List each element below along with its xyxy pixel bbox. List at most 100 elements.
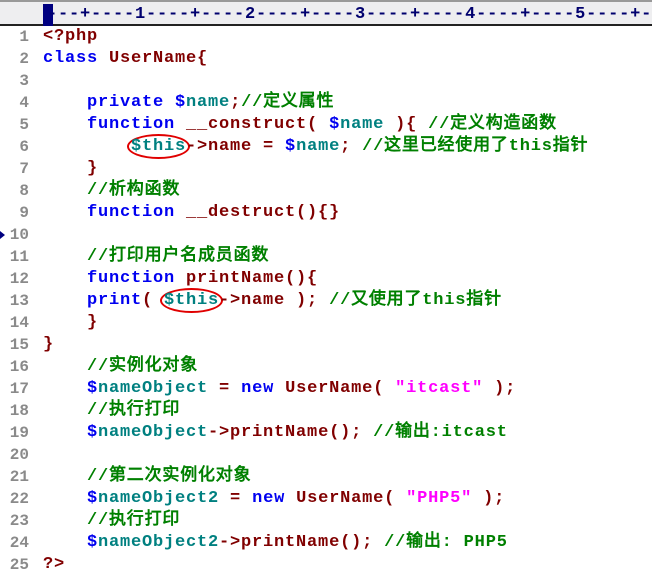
code-line[interactable]: 15} — [0, 334, 652, 356]
code-line[interactable]: 19 $nameObject->printName(); //输出:itcast — [0, 422, 652, 444]
code-token-variable-sigil: $ — [175, 93, 187, 112]
code-token-comment: //又使用了this指针 — [329, 291, 502, 310]
code-text: class UserName{ — [43, 48, 208, 70]
line-number: 9 — [19, 204, 29, 222]
code-token-variable: name — [340, 115, 385, 134]
code-line[interactable]: 18 //执行打印 — [0, 400, 652, 422]
line-number: 1 — [19, 28, 29, 46]
code-token-comment: //析构函数 — [43, 181, 181, 200]
code-text: function __destruct(){} — [43, 202, 340, 224]
code-text: } — [43, 312, 98, 334]
line-number: 23 — [9, 512, 29, 530]
line-number: 12 — [9, 270, 29, 288]
code-text: //第二次实例化对象 — [43, 466, 251, 488]
code-token-identifier: UserName( — [296, 489, 407, 508]
code-token-variable: nameObject2 — [98, 489, 220, 508]
code-token-identifier: } — [43, 335, 55, 354]
code-line[interactable]: 1 <?php — [0, 26, 652, 48]
code-token-identifier: ->name ); — [219, 291, 330, 310]
line-number: 5 — [19, 116, 29, 134]
code-token-keyword: private — [43, 93, 176, 112]
code-line[interactable]: 2 class UserName{ — [0, 48, 652, 70]
code-line[interactable]: 3 — [0, 70, 652, 92]
code-text: function __construct( $name ){ //定义构造函数 — [43, 114, 557, 136]
code-line[interactable]: 5 function __construct( $name ){ //定义构造函… — [0, 114, 652, 136]
code-text: } — [43, 158, 98, 180]
code-token-identifier: printName(){ — [186, 269, 319, 288]
code-token-comment: //输出:itcast — [373, 423, 508, 442]
code-line[interactable]: 10 — [0, 224, 652, 246]
code-token-string: "itcast" — [395, 379, 484, 398]
line-number: 14 — [9, 314, 29, 332]
code-line[interactable]: 22 $nameObject2 = new UserName( "PHP5" )… — [0, 488, 652, 510]
line-number: 13 — [9, 292, 29, 310]
code-line[interactable]: 6 $this->name = $name; //这里已经使用了this指针 — [0, 134, 652, 159]
code-token-identifier: ?> — [43, 555, 66, 574]
code-line[interactable]: 16 //实例化对象 — [0, 356, 652, 378]
line-number: 19 — [9, 424, 29, 442]
code-token-comment: //输出: PHP5 — [384, 533, 508, 552]
code-line[interactable]: 12 function printName(){ — [0, 268, 652, 290]
code-token-variable-sigil: $ — [329, 115, 341, 134]
code-token-identifier — [43, 137, 131, 156]
column-ruler: ---+----1----+----2----+----3----+----4-… — [0, 0, 652, 26]
code-text: $nameObject2->printName(); //输出: PHP5 — [43, 532, 508, 554]
line-number: 24 — [9, 534, 29, 552]
code-text: //实例化对象 — [43, 356, 198, 378]
code-token-variable: name — [296, 137, 341, 156]
code-token-variable-sigil: $ — [43, 423, 99, 442]
code-token-comment: //执行打印 — [43, 511, 181, 530]
code-token-identifier: __construct( — [186, 115, 330, 134]
code-token-variable: nameObject2 — [98, 533, 220, 552]
code-text: $nameObject->printName(); //输出:itcast — [43, 422, 508, 444]
code-token-variable-sigil: $ — [43, 489, 99, 508]
line-number: 16 — [9, 358, 29, 376]
code-token-identifier: ); — [472, 489, 506, 508]
code-line[interactable]: 11 //打印用户名成员函数 — [0, 246, 652, 268]
code-line[interactable]: 25 ?> — [0, 554, 652, 576]
code-line[interactable]: 13 print( $this->name ); //又使用了this指针 — [0, 288, 652, 313]
code-token-identifier: ); — [483, 379, 517, 398]
code-token-identifier: <?php — [43, 27, 99, 46]
code-text: print( $this->name ); //又使用了this指针 — [43, 288, 502, 313]
code-line[interactable]: 20 — [0, 444, 652, 466]
line-number: 17 — [9, 380, 29, 398]
code-line[interactable]: 9 function __destruct(){} — [0, 202, 652, 224]
code-token-variable: nameObject — [98, 423, 209, 442]
code-token-string: "PHP5" — [406, 489, 473, 508]
code-line[interactable]: 23 //执行打印 — [0, 510, 652, 532]
line-number: 21 — [9, 468, 29, 486]
code-token-comment: //打印用户名成员函数 — [43, 247, 270, 266]
code-token-identifier: __destruct(){} — [186, 203, 341, 222]
code-token-comment: //定义属性 — [241, 93, 335, 112]
code-line[interactable]: 14 } — [0, 312, 652, 334]
code-line[interactable]: 4 private $name;//定义属性 — [0, 92, 652, 114]
code-token-identifier: UserName( — [285, 379, 396, 398]
code-text: } — [43, 334, 54, 356]
code-token-identifier: ; — [340, 137, 363, 156]
code-token-comment: //定义构造函数 — [428, 115, 557, 134]
code-token-variable-sigil: $ — [285, 137, 297, 156]
code-line[interactable]: 17 $nameObject = new UserName( "itcast" … — [0, 378, 652, 400]
code-line[interactable]: 24 $nameObject2->printName(); //输出: PHP5 — [0, 532, 652, 554]
code-token-keyword: function — [43, 269, 187, 288]
line-number: 15 — [9, 336, 29, 354]
code-line[interactable]: 7 } — [0, 158, 652, 180]
code-token-identifier: ->name = — [186, 137, 286, 156]
line-number: 18 — [9, 402, 29, 420]
line-number: 22 — [9, 490, 29, 508]
line-number: 25 — [9, 556, 29, 574]
code-text: $nameObject2 = new UserName( "PHP5" ); — [43, 488, 505, 510]
code-token-comment: //执行打印 — [43, 401, 181, 420]
line-number: 7 — [19, 160, 29, 178]
code-token-keyword: class — [43, 49, 110, 68]
line-number: 2 — [19, 50, 29, 68]
code-line[interactable]: 8 //析构函数 — [0, 180, 652, 202]
circled-code-token-variable: $this — [160, 288, 224, 313]
code-line[interactable]: 21 //第二次实例化对象 — [0, 466, 652, 488]
code-editor[interactable]: 1 <?php 2 class UserName{3 4 private $name;/… — [0, 26, 652, 576]
code-token-keyword: function — [43, 203, 187, 222]
code-text: $nameObject = new UserName( "itcast" ); — [43, 378, 516, 400]
line-number: 20 — [9, 446, 29, 464]
ruler-scale: ---+----1----+----2----+----3----+----4-… — [47, 5, 652, 24]
